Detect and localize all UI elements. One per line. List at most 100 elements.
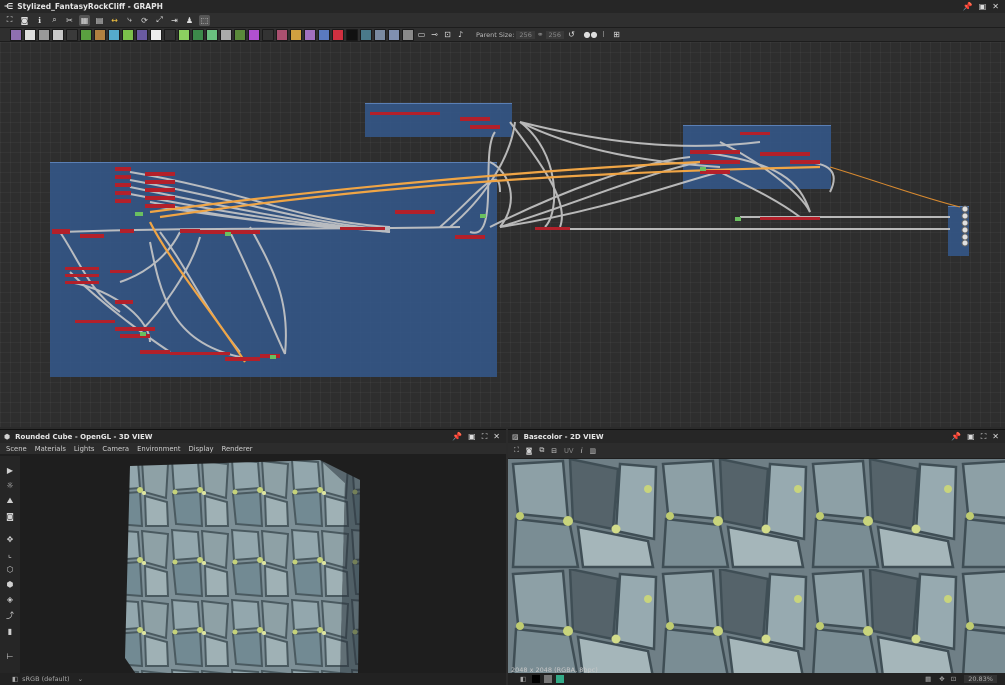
view2d-close-icon[interactable]: ✕: [992, 432, 999, 442]
switch-node-icon[interactable]: [402, 28, 414, 41]
levels-node-icon[interactable]: [122, 28, 134, 41]
zoom-fit-icon[interactable]: ⊡: [951, 675, 956, 683]
search-icon[interactable]: ⌕: [49, 15, 60, 26]
fit-icon[interactable]: ⛶: [514, 446, 519, 455]
grid-icon[interactable]: ▤: [94, 15, 105, 26]
gray-swatch[interactable]: [544, 675, 553, 683]
dir-warp-node-icon[interactable]: [290, 28, 302, 41]
pan-icon[interactable]: ✥: [939, 675, 944, 683]
bitmap-node-icon[interactable]: [10, 28, 22, 41]
branch-icon[interactable]: ⤷: [124, 15, 135, 26]
frame-all-icon[interactable]: ⛶: [4, 15, 15, 26]
menu-camera[interactable]: Camera: [102, 445, 129, 453]
align-icon[interactable]: ▦: [79, 14, 90, 26]
pin-icon[interactable]: 📌: [963, 2, 973, 11]
colorspace-select[interactable]: sRGB (default): [22, 675, 69, 683]
parent-size-height[interactable]: 256: [545, 30, 564, 39]
view3d-maximize-icon[interactable]: ⛶: [482, 432, 488, 442]
value-node-icon[interactable]: [388, 28, 400, 41]
comment-node-icon[interactable]: [304, 28, 316, 41]
menu-lights[interactable]: Lights: [74, 445, 95, 453]
info-italic-icon[interactable]: i: [581, 447, 583, 455]
histogram-icon[interactable]: ▥: [589, 447, 595, 455]
chat-icon[interactable]: ▭: [416, 29, 427, 40]
axis-icon[interactable]: ⌞: [8, 550, 12, 559]
camera-icon[interactable]: ◙: [19, 15, 30, 26]
graph-canvas[interactable]: [0, 42, 1005, 427]
horizontal-flow-icon[interactable]: ↔: [109, 15, 120, 26]
layers-icon[interactable]: ◈: [7, 595, 13, 604]
light-bulb-icon[interactable]: ☼: [6, 481, 13, 490]
mic-icon[interactable]: ♪: [455, 29, 466, 40]
copy-icon[interactable]: ⧉: [539, 446, 544, 455]
chevron-down-icon[interactable]: ⌄: [78, 675, 83, 683]
shape-node-icon[interactable]: [136, 28, 148, 41]
transform-gizmo-icon[interactable]: ✥: [7, 535, 14, 544]
stats-icon[interactable]: ▮: [8, 627, 12, 636]
environment-icon[interactable]: ⛰: [7, 496, 14, 506]
color-node-icon[interactable]: [94, 28, 106, 41]
gradient-node-icon[interactable]: [80, 28, 92, 41]
warp-node-icon[interactable]: [108, 28, 120, 41]
view2d-pin-icon[interactable]: 📌: [951, 432, 961, 442]
view2d-dock-icon[interactable]: ▣: [967, 432, 975, 442]
edge-node-icon[interactable]: [234, 28, 246, 41]
parent-size-width[interactable]: 256: [516, 30, 535, 39]
connect-icon[interactable]: ⤢: [154, 15, 165, 26]
frame-icon[interactable]: ⬚: [199, 14, 210, 26]
link-icon[interactable]: ⚭: [537, 30, 544, 39]
text-node-icon[interactable]: [38, 28, 50, 41]
compare-icon[interactable]: ⊟: [551, 447, 557, 455]
normal-node-icon[interactable]: [178, 28, 190, 41]
hierarchy-icon[interactable]: ⊢: [7, 652, 14, 661]
function-node-icon[interactable]: [346, 28, 358, 41]
save-icon[interactable]: ⊡: [442, 29, 453, 40]
tree-icon[interactable]: ⊞: [611, 29, 622, 40]
hsl-node-icon[interactable]: [192, 28, 204, 41]
view3d-dock-icon[interactable]: ▣: [468, 432, 476, 442]
cube-view-icon[interactable]: ⬡: [7, 565, 14, 574]
dock-icon[interactable]: ▣: [979, 2, 987, 11]
transform-node-icon[interactable]: [164, 28, 176, 41]
pixel-node-icon[interactable]: [262, 28, 274, 41]
menu-display[interactable]: Display: [189, 445, 214, 453]
input-node-icon[interactable]: [360, 28, 372, 41]
menu-materials[interactable]: Materials: [35, 445, 66, 453]
black-swatch[interactable]: [532, 675, 541, 683]
close-icon[interactable]: ✕: [992, 2, 999, 11]
menu-scene[interactable]: Scene: [6, 445, 27, 453]
emboss-node-icon[interactable]: [220, 28, 232, 41]
video-camera-icon[interactable]: ▶: [7, 466, 13, 475]
link-cut-icon[interactable]: ✂: [64, 15, 75, 26]
green-swatch[interactable]: [556, 675, 565, 683]
fxmap-node-icon[interactable]: [52, 28, 64, 41]
toggle-icon[interactable]: ⁝: [598, 29, 609, 40]
save-image-icon[interactable]: ◙: [526, 447, 533, 455]
layers-stack-icon[interactable]: ◧: [520, 675, 526, 683]
wire-cube-icon[interactable]: ⬢: [7, 580, 14, 589]
info-icon[interactable]: ℹ: [34, 15, 45, 26]
view3d-pin-icon[interactable]: 📌: [452, 432, 462, 442]
reset-icon[interactable]: ↺: [566, 29, 577, 40]
frame-node-icon[interactable]: [318, 28, 330, 41]
zoom-level[interactable]: 20.83%: [964, 675, 997, 683]
sharpen-node-icon[interactable]: [276, 28, 288, 41]
grid-view-icon[interactable]: ▦: [925, 675, 931, 683]
rgba-node-icon[interactable]: [248, 28, 260, 41]
screenshot-icon[interactable]: ◙: [6, 512, 14, 521]
menu-environment[interactable]: Environment: [137, 445, 180, 453]
blend-node-icon[interactable]: [150, 28, 162, 41]
output-node-icon[interactable]: [374, 28, 386, 41]
slider-icon[interactable]: ⊸: [429, 29, 440, 40]
uv-label[interactable]: UV: [564, 447, 574, 455]
curve-node-icon[interactable]: [66, 28, 78, 41]
pin-node-icon[interactable]: [332, 28, 344, 41]
dots-icon[interactable]: ●●: [583, 29, 597, 40]
blur-node-icon[interactable]: [206, 28, 218, 41]
refresh-icon[interactable]: ⟳: [139, 15, 150, 26]
user-icon[interactable]: ♟: [184, 15, 195, 26]
view2d-maximize-icon[interactable]: ⛶: [981, 432, 987, 442]
export-icon[interactable]: ⇥: [169, 15, 180, 26]
menu-renderer[interactable]: Renderer: [222, 445, 253, 453]
view3d-close-icon[interactable]: ✕: [493, 432, 500, 442]
